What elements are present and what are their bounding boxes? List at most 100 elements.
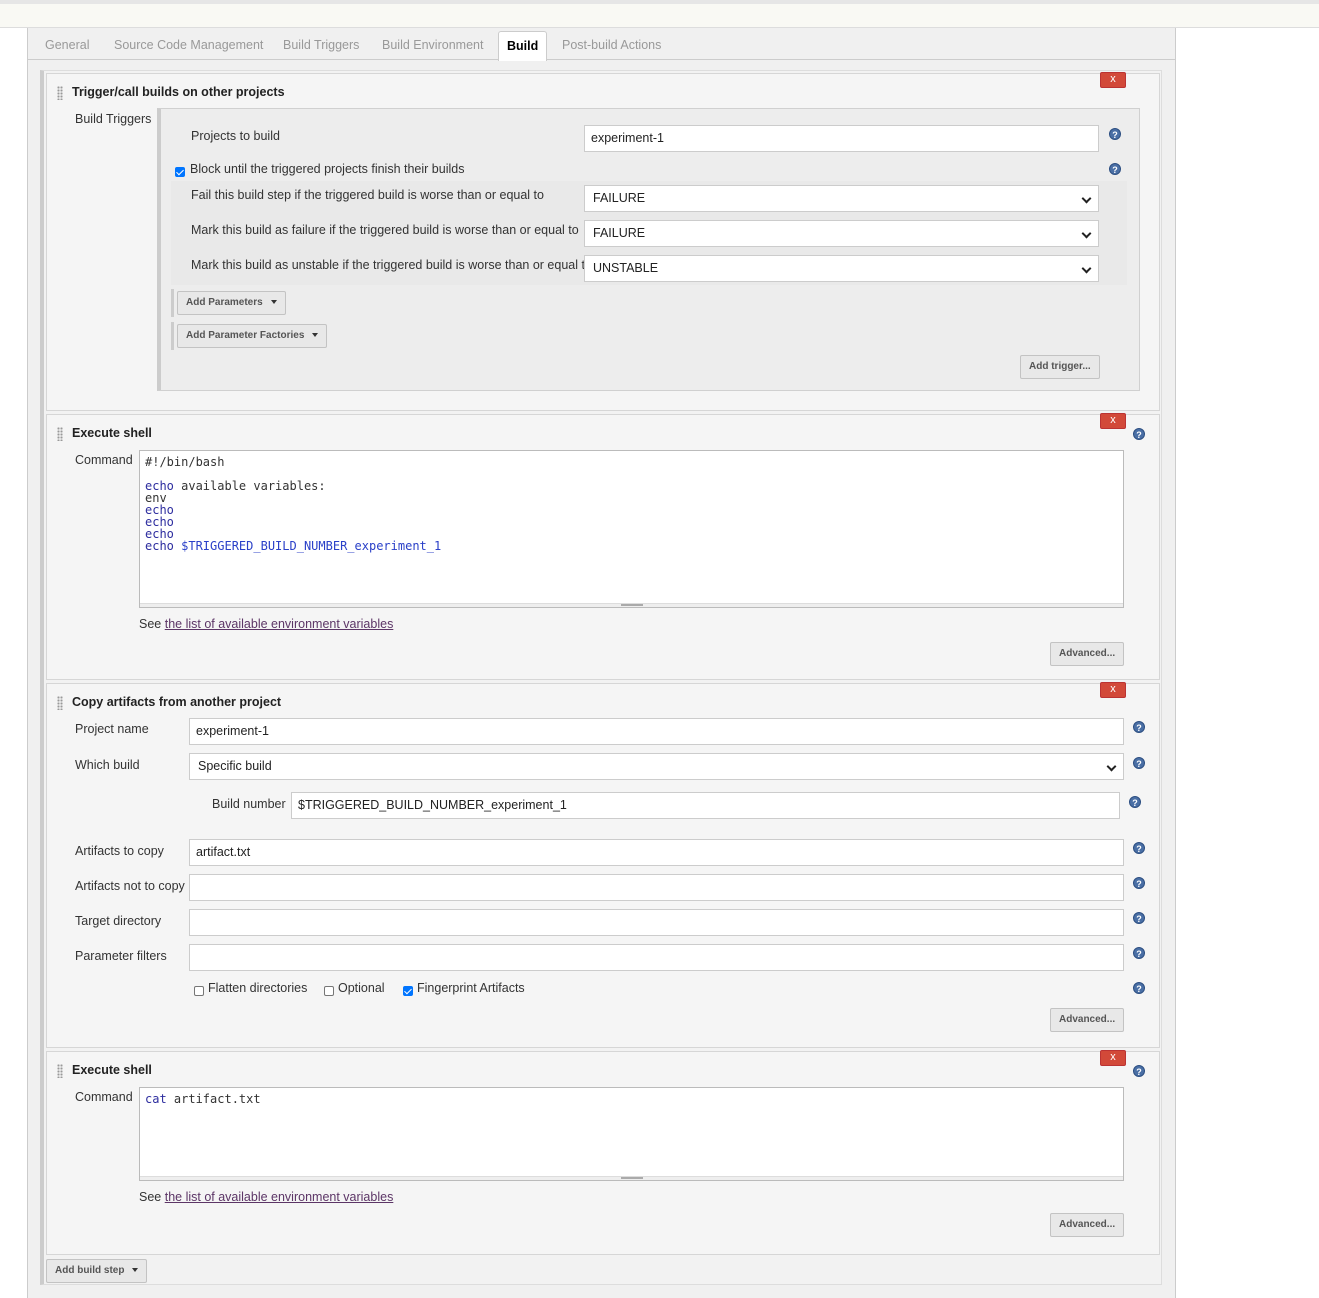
mark-failure-value: FAILURE — [593, 226, 646, 240]
execute-shell-block-1: Execute shell x ? Command #!/bin/bash ec… — [46, 413, 1160, 680]
block-title: Execute shell — [72, 1063, 152, 1077]
fingerprint-artifacts-label: Fingerprint Artifacts — [417, 981, 525, 995]
which-build-label: Which build — [75, 758, 140, 772]
parameter-filters-input[interactable] — [189, 944, 1124, 971]
mark-unstable-label: Mark this build as unstable if the trigg… — [191, 258, 592, 272]
delete-step-button[interactable]: x — [1100, 413, 1126, 429]
artifacts-not-to-copy-input[interactable] — [189, 874, 1124, 901]
tab-general[interactable]: General — [45, 38, 89, 52]
mark-failure-label: Mark this build as failure if the trigge… — [191, 223, 579, 237]
optional-checkbox[interactable] — [324, 986, 334, 996]
help-icon[interactable]: ? — [1133, 982, 1145, 994]
build-number-input[interactable]: $TRIGGERED_BUILD_NUMBER_experiment_1 — [291, 792, 1120, 819]
drag-handle-icon[interactable] — [57, 427, 63, 441]
artifacts-to-copy-label: Artifacts to copy — [75, 844, 164, 858]
help-icon[interactable]: ? — [1133, 842, 1145, 854]
execute-shell-block-2: Execute shell x ? Command cat artifact.t… — [46, 1050, 1160, 1255]
build-triggers-label: Build Triggers — [75, 112, 152, 126]
delete-step-button[interactable]: x — [1100, 1050, 1126, 1066]
mark-unstable-value: UNSTABLE — [593, 261, 659, 275]
block-until-finish-label: Block until the triggered projects finis… — [190, 162, 465, 176]
caret-down-icon — [270, 300, 277, 305]
block-title: Copy artifacts from another project — [72, 695, 282, 709]
code-line: #!/bin/bash — [145, 455, 225, 469]
tab-source-code-management[interactable]: Source Code Management — [114, 38, 263, 52]
delete-step-button[interactable]: x — [1100, 682, 1126, 698]
flatten-directories-label: Flatten directories — [208, 981, 308, 995]
drag-handle-icon[interactable] — [57, 86, 63, 100]
help-icon[interactable]: ? — [1133, 877, 1145, 889]
env-vars-hint: See the list of available environment va… — [139, 617, 394, 631]
help-icon[interactable]: ? — [1129, 796, 1141, 808]
help-icon[interactable]: ? — [1133, 947, 1145, 959]
chevron-down-icon — [1106, 761, 1117, 772]
help-icon[interactable]: ? — [1109, 163, 1121, 175]
mark-unstable-select[interactable]: UNSTABLE — [584, 255, 1099, 282]
build-section: Trigger/call builds on other projects x … — [40, 70, 1162, 1285]
target-directory-input[interactable] — [189, 909, 1124, 936]
help-icon[interactable]: ? — [1109, 128, 1121, 140]
drag-handle-icon[interactable] — [57, 1064, 63, 1078]
help-icon[interactable]: ? — [1133, 721, 1145, 733]
fingerprint-artifacts-checkbox[interactable] — [403, 986, 413, 996]
env-vars-link[interactable]: the list of available environment variab… — [165, 1190, 394, 1204]
resize-handle[interactable] — [140, 603, 1123, 607]
help-icon[interactable]: ? — [1133, 912, 1145, 924]
command-editor[interactable]: #!/bin/bash echo available variables: en… — [139, 450, 1124, 608]
projects-to-build-label: Projects to build — [191, 129, 280, 143]
advanced-button[interactable]: Advanced... — [1050, 642, 1125, 666]
block-title: Execute shell — [72, 426, 152, 440]
projects-to-build-input[interactable]: experiment-1 — [584, 125, 1099, 152]
add-parameter-factories-button[interactable]: Add Parameter Factories — [177, 324, 328, 348]
mark-failure-select[interactable]: FAILURE — [584, 220, 1099, 247]
caret-down-icon — [132, 1268, 139, 1273]
command-label: Command — [75, 1090, 133, 1104]
env-vars-hint: See the list of available environment va… — [139, 1190, 394, 1204]
env-vars-link[interactable]: the list of available environment variab… — [165, 617, 394, 631]
project-name-input[interactable]: experiment-1 — [189, 718, 1124, 745]
fail-step-value: FAILURE — [593, 191, 646, 205]
trigger-builds-block: Trigger/call builds on other projects x … — [46, 72, 1160, 411]
add-trigger-button[interactable]: Add trigger... — [1020, 355, 1100, 379]
artifacts-to-copy-input[interactable]: artifact.txt — [189, 839, 1124, 866]
chevron-down-icon — [1081, 193, 1092, 204]
help-icon[interactable]: ? — [1133, 1065, 1145, 1077]
code-line: echo $TRIGGERED_BUILD_NUMBER_experiment_… — [145, 539, 442, 553]
optional-label: Optional — [338, 981, 385, 995]
trigger-config: Projects to build experiment-1 ? Block u… — [157, 108, 1140, 391]
fail-step-label: Fail this build step if the triggered bu… — [191, 188, 544, 202]
resize-handle[interactable] — [140, 1176, 1123, 1180]
config-tabs: General Source Code Management Build Tri… — [28, 28, 1175, 61]
caret-down-icon — [312, 333, 319, 338]
chevron-down-icon — [1081, 228, 1092, 239]
help-icon[interactable]: ? — [1133, 428, 1145, 440]
advanced-button[interactable]: Advanced... — [1050, 1213, 1125, 1237]
delete-step-button[interactable]: x — [1100, 72, 1126, 88]
help-icon[interactable]: ? — [1133, 757, 1145, 769]
which-build-select[interactable]: Specific build — [189, 753, 1124, 780]
drag-handle-icon[interactable] — [57, 696, 63, 710]
tab-build-triggers[interactable]: Build Triggers — [283, 38, 359, 52]
parameter-filters-label: Parameter filters — [75, 949, 167, 963]
flatten-directories-checkbox[interactable] — [194, 986, 204, 996]
tab-build-environment[interactable]: Build Environment — [382, 38, 483, 52]
config-panel: General Source Code Management Build Tri… — [27, 28, 1176, 1298]
add-parameters-button[interactable]: Add Parameters — [177, 291, 286, 315]
project-name-label: Project name — [75, 722, 149, 736]
command-editor[interactable]: cat artifact.txt — [139, 1087, 1124, 1181]
top-bar — [0, 0, 1319, 28]
block-until-finish-checkbox[interactable] — [175, 167, 185, 177]
add-parameters-wrap: Add Parameters — [171, 289, 286, 317]
advanced-button[interactable]: Advanced... — [1050, 1008, 1125, 1032]
fail-step-select[interactable]: FAILURE — [584, 185, 1099, 212]
target-directory-label: Target directory — [75, 914, 162, 928]
add-build-step-button[interactable]: Add build step — [46, 1259, 148, 1283]
build-number-label: Build number — [212, 797, 286, 811]
block-title: Trigger/call builds on other projects — [72, 85, 285, 99]
command-label: Command — [75, 453, 133, 467]
tab-build[interactable]: Build — [498, 31, 548, 61]
artifacts-not-to-copy-label: Artifacts not to copy — [75, 879, 185, 893]
chevron-down-icon — [1081, 263, 1092, 274]
which-build-value: Specific build — [198, 759, 272, 773]
tab-post-build-actions[interactable]: Post-build Actions — [562, 38, 661, 52]
